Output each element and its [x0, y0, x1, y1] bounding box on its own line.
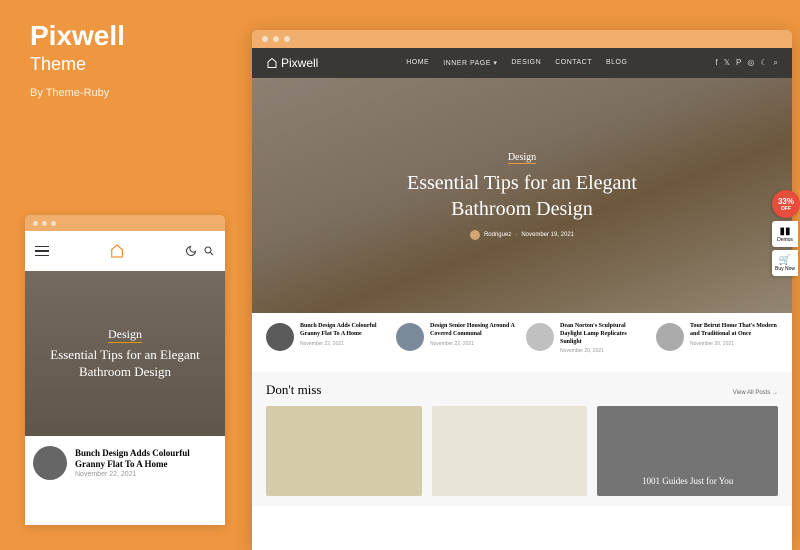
nav-home[interactable]: HOME	[406, 59, 429, 67]
desktop-logo[interactable]: Pixwell	[266, 56, 318, 70]
hero-title: Essential Tips for an ElegantBathroom De…	[407, 170, 637, 222]
promo-title: Pixwell	[30, 20, 210, 52]
twitter-icon[interactable]: 𝕏	[724, 58, 730, 68]
demos-label: Demos	[777, 237, 793, 243]
demos-icon: ▮▮	[779, 226, 790, 237]
card-title: Design Senior Housing Around A Covered C…	[430, 323, 518, 339]
grid-article[interactable]	[266, 406, 422, 496]
moon-icon[interactable]	[185, 245, 197, 257]
mobile-card-thumbnail	[33, 446, 67, 480]
view-all-link[interactable]: View All Posts →	[733, 390, 778, 396]
desktop-window-chrome	[252, 30, 792, 48]
article-card[interactable]: Tour Beirut Home That's Modern and Tradi…	[656, 323, 778, 354]
hero-category[interactable]: Design	[508, 152, 536, 164]
promo-subtitle: Theme	[30, 54, 210, 75]
facebook-icon[interactable]: f	[715, 58, 717, 68]
mobile-header	[25, 231, 225, 271]
article-card[interactable]: Design Senior Housing Around A Covered C…	[396, 323, 518, 354]
mobile-hero[interactable]: Design Essential Tips for an Elegant Bat…	[25, 271, 225, 436]
mobile-logo-icon[interactable]	[109, 242, 125, 260]
grid-feature[interactable]: 1001 Guides Just for You	[597, 406, 778, 496]
desktop-header: Pixwell HOME INNER PAGE ▾ DESIGN CONTACT…	[252, 48, 792, 78]
section-title: Don't miss	[266, 382, 321, 398]
card-date: November 20, 2021	[560, 348, 648, 354]
moon-icon[interactable]: ☾	[760, 58, 767, 68]
mobile-preview: Design Essential Tips for an Elegant Bat…	[25, 215, 225, 525]
mobile-window-chrome	[25, 215, 225, 231]
card-date: November 22, 2021	[430, 341, 518, 347]
card-title: Dean Norton's Sculptural Daylight Lamp R…	[560, 323, 648, 346]
floating-badges: 33% OFF ▮▮ Demos 🛒 Buy Now	[772, 190, 800, 276]
cart-icon: 🛒	[779, 255, 791, 266]
desktop-hero[interactable]: Design Essential Tips for an ElegantBath…	[252, 78, 792, 313]
desktop-preview: Pixwell HOME INNER PAGE ▾ DESIGN CONTACT…	[252, 30, 792, 550]
card-title: Tour Beirut Home That's Modern and Tradi…	[690, 323, 778, 339]
mobile-card-date: November 22, 2021	[75, 471, 217, 478]
mobile-hero-category: Design	[108, 327, 142, 343]
logo-icon	[266, 57, 278, 69]
buy-now-badge[interactable]: 🛒 Buy Now	[772, 250, 798, 276]
feature-title: 1001 Guides Just for You	[607, 476, 768, 486]
discount-off: OFF	[781, 206, 791, 212]
card-thumbnail	[526, 323, 554, 351]
hero-meta: Rodriguez · November 19, 2021	[470, 230, 574, 240]
search-icon[interactable]: ⌕	[774, 58, 778, 68]
dont-miss-section: Don't miss View All Posts → 1001 Guides …	[252, 372, 792, 506]
promo-panel: Pixwell Theme By Theme-Ruby	[30, 20, 210, 99]
search-icon[interactable]	[203, 245, 215, 257]
mobile-hero-title: Essential Tips for an Elegant Bathroom D…	[33, 347, 217, 381]
nav-design[interactable]: DESIGN	[511, 59, 541, 67]
nav-inner-page[interactable]: INNER PAGE ▾	[443, 59, 497, 67]
card-date: November 22, 2021	[300, 341, 388, 347]
nav-blog[interactable]: BLOG	[606, 59, 627, 67]
card-thumbnail	[266, 323, 294, 351]
logo-text: Pixwell	[281, 56, 318, 70]
mobile-card-title: Bunch Design Adds Colourful Granny Flat …	[75, 448, 217, 470]
instagram-icon[interactable]: ◎	[747, 58, 754, 68]
card-title: Bunch Design Adds Colourful Granny Flat …	[300, 323, 388, 339]
mobile-header-actions	[185, 245, 215, 257]
hamburger-icon[interactable]	[35, 246, 49, 257]
mobile-card-body: Bunch Design Adds Colourful Granny Flat …	[75, 448, 217, 479]
grid-article[interactable]	[432, 406, 588, 496]
author-name[interactable]: Rodriguez	[484, 232, 511, 238]
primary-nav: HOME INNER PAGE ▾ DESIGN CONTACT BLOG	[406, 59, 627, 67]
discount-badge[interactable]: 33% OFF	[772, 190, 800, 218]
nav-contact[interactable]: CONTACT	[555, 59, 592, 67]
card-date: November 20, 2021	[690, 341, 778, 347]
article-card[interactable]: Bunch Design Adds Colourful Granny Flat …	[266, 323, 388, 354]
hero-date: November 19, 2021	[521, 232, 574, 238]
article-cards-row: Bunch Design Adds Colourful Granny Flat …	[252, 313, 792, 364]
discount-percent: 33%	[778, 197, 794, 206]
author-avatar	[470, 230, 480, 240]
article-card[interactable]: Dean Norton's Sculptural Daylight Lamp R…	[526, 323, 648, 354]
mobile-article-card[interactable]: Bunch Design Adds Colourful Granny Flat …	[25, 436, 225, 490]
buy-label: Buy Now	[775, 266, 795, 272]
pinterest-icon[interactable]: P	[736, 58, 741, 68]
card-thumbnail	[396, 323, 424, 351]
card-thumbnail	[656, 323, 684, 351]
demos-badge[interactable]: ▮▮ Demos	[772, 221, 798, 247]
header-social: f 𝕏 P ◎ ☾ ⌕	[715, 58, 778, 68]
promo-byline: By Theme-Ruby	[30, 87, 210, 99]
